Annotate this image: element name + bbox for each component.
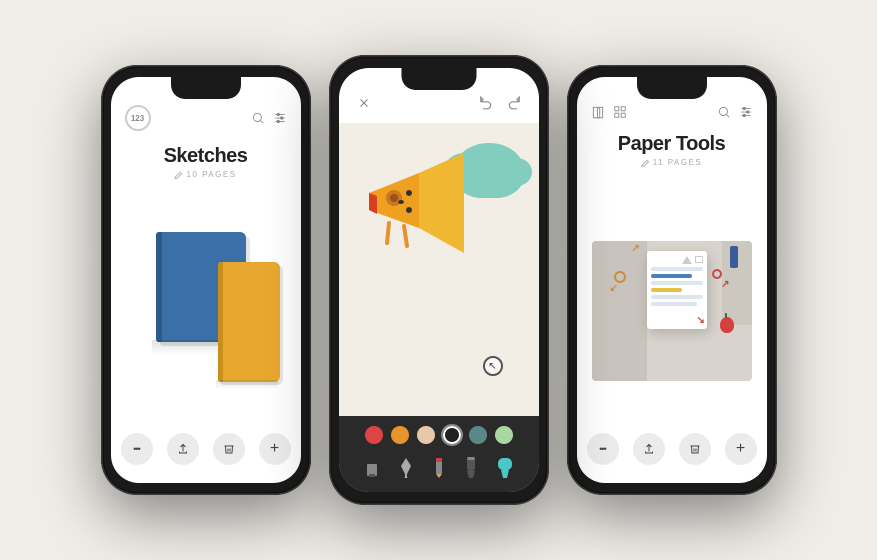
arrow-down-right: ↘ [697, 315, 705, 326]
color-peach[interactable] [417, 426, 435, 444]
more-button[interactable]: ••• [121, 433, 153, 465]
highlighter-tool[interactable] [496, 456, 514, 478]
close-button[interactable] [357, 96, 371, 115]
drawing-tools-row [347, 452, 531, 482]
sliders-icon[interactable] [273, 111, 287, 125]
pen-icon [398, 456, 414, 478]
add-button[interactable]: + [259, 433, 291, 465]
color-row [347, 426, 531, 444]
eraser-tool[interactable] [364, 456, 380, 478]
undo-icon [479, 96, 493, 110]
pencil-icon [174, 170, 183, 179]
phone1-footer: ••• + [111, 421, 301, 483]
more-icon: ••• [599, 444, 605, 454]
apple-stem [725, 313, 727, 318]
trash-icon [689, 443, 701, 455]
close-icon [357, 96, 371, 110]
share-button[interactable] [167, 433, 199, 465]
phone3-notch [637, 77, 707, 99]
trash-icon [223, 443, 235, 455]
pencil-small-icon [641, 158, 650, 167]
doc-line-4 [651, 302, 698, 306]
phone-sketches: 123 Sketches 10 PAGES [101, 65, 311, 495]
delete-button[interactable] [679, 433, 711, 465]
phone3-footer: ••• + [577, 421, 767, 483]
color-green[interactable] [495, 426, 513, 444]
marker-icon [464, 456, 478, 478]
share-icon [177, 443, 189, 455]
doc-line-blue [651, 274, 693, 278]
arrow-right: ↗ [721, 279, 729, 290]
color-red[interactable] [365, 426, 383, 444]
highlighter-icon [496, 456, 514, 478]
redo-button[interactable] [507, 96, 521, 115]
pencil-tool-icon [432, 456, 446, 478]
search-icon[interactable] [717, 105, 731, 119]
doc-line-3 [651, 295, 703, 299]
left-wall [592, 241, 647, 381]
phone2-canvas[interactable]: ↖ [339, 123, 539, 416]
doc-line-yellow [651, 288, 682, 292]
redo-icon [507, 96, 521, 110]
filter-icon[interactable] [739, 105, 753, 119]
share-icon [643, 443, 655, 455]
more-button[interactable]: ••• [587, 433, 619, 465]
grid-icon[interactable] [613, 105, 627, 119]
doc-line-1 [651, 267, 703, 271]
room-illustration: ↙ ↗ ↗ ↘ [592, 211, 752, 381]
book-icon[interactable] [591, 105, 605, 119]
phone3-screen: Paper Tools 11 PAGES [577, 77, 767, 483]
phone-drawing: ↖ [329, 55, 549, 505]
tools-palette [339, 416, 539, 492]
add-icon: + [736, 441, 745, 457]
phone-paper-tools: Paper Tools 11 PAGES [567, 65, 777, 495]
page-count-badge: 123 [125, 105, 151, 131]
circle-annotation-2 [712, 269, 722, 279]
phone1-notch [171, 77, 241, 99]
bookmark-item [730, 246, 738, 268]
delete-button[interactable] [213, 433, 245, 465]
marker-tool[interactable] [464, 456, 478, 478]
add-button[interactable]: + [725, 433, 757, 465]
phone1-screen: 123 Sketches 10 PAGES [111, 77, 301, 483]
phone1-title: Sketches [111, 145, 301, 168]
apple-item [720, 317, 734, 333]
eraser-icon [364, 458, 380, 478]
share-button[interactable] [633, 433, 665, 465]
phone3-subtitle: 11 PAGES [577, 158, 767, 167]
undo-button[interactable] [479, 96, 493, 115]
book-yellow-shadow [216, 380, 278, 390]
triangle-shape [682, 256, 692, 264]
phone2-screen: ↖ [339, 68, 539, 492]
add-icon: + [270, 441, 279, 457]
phone3-header-left [591, 105, 627, 119]
circle-annotation-1 [614, 271, 626, 283]
book-yellow [218, 262, 280, 382]
search-icon[interactable] [251, 111, 265, 125]
phones-container: 123 Sketches 10 PAGES [81, 35, 797, 525]
arrow-left: ↙ [610, 283, 618, 294]
pencil-tool[interactable] [432, 456, 446, 478]
cursor-arrow: ↖ [488, 361, 496, 372]
phone1-header-icons [251, 111, 287, 125]
color-orange[interactable] [391, 426, 409, 444]
color-teal[interactable] [469, 426, 487, 444]
arrow-up: ↗ [632, 243, 640, 254]
phone3-title: Paper Tools [577, 133, 767, 156]
phone1-subtitle: 10 PAGES [111, 170, 301, 179]
phone2-notch [401, 68, 476, 90]
phone3-canvas: ↙ ↗ ↗ ↘ [577, 171, 767, 421]
square-shape [695, 256, 703, 263]
megaphone-illustration [349, 138, 489, 268]
phone3-header-right [717, 105, 753, 119]
doc-header-shapes [651, 256, 703, 264]
phone3-title-area: Paper Tools 11 PAGES [577, 123, 767, 171]
cursor: ↖ [483, 356, 503, 376]
phone1-canvas [111, 183, 301, 421]
color-black[interactable] [443, 426, 461, 444]
phone1-title-area: Sketches 10 PAGES [111, 135, 301, 183]
history-buttons [479, 96, 521, 115]
pen-tool[interactable] [398, 456, 414, 478]
doc-line-2 [651, 281, 703, 285]
